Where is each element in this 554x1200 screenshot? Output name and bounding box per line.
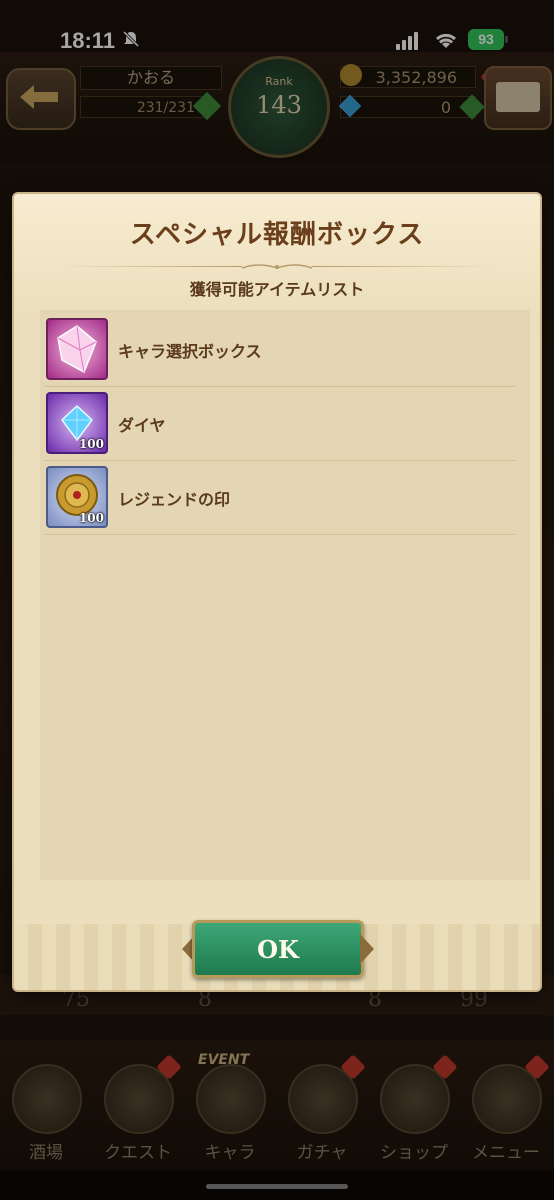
legend-seal-icon: 100 [46, 466, 108, 528]
dialog-title: スペシャル報酬ボックス [129, 220, 425, 250]
item-quantity: 100 [78, 437, 104, 451]
divider [312, 266, 494, 267]
reward-box-dialog: スペシャル報酬ボックス 獲得可能アイテムリスト キャラ選択ボックス 100 ダイ… [14, 194, 540, 990]
diamond-icon: 100 [46, 392, 108, 454]
item-name: ダイヤ [118, 416, 166, 435]
item-name: キャラ選択ボックス [118, 342, 262, 361]
list-item[interactable]: 100 レジェンドの印 [44, 462, 516, 535]
ok-button[interactable]: OK [192, 920, 364, 978]
item-quantity: 100 [78, 511, 104, 525]
character-select-box-icon [46, 318, 108, 380]
list-item[interactable]: 100 ダイヤ [44, 388, 516, 461]
divider [60, 266, 242, 267]
ornament-icon [242, 264, 312, 269]
list-item[interactable]: キャラ選択ボックス [44, 314, 516, 387]
item-name: レジェンドの印 [118, 490, 231, 509]
dialog-subtitle: 獲得可能アイテムリスト [189, 280, 365, 299]
